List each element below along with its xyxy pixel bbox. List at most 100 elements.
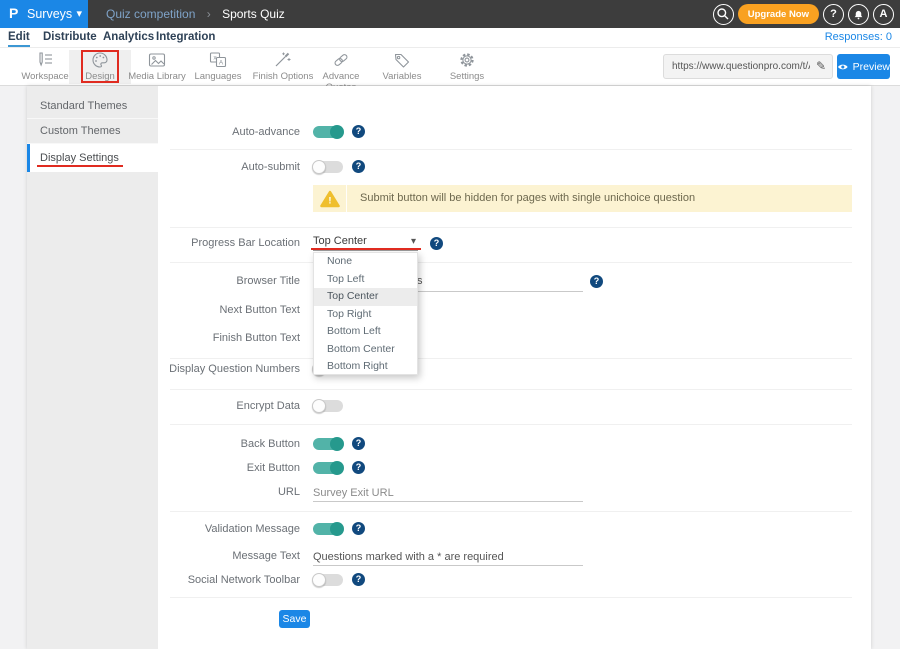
toolbar-finish-options-label: Finish Options — [252, 71, 314, 82]
encrypt-data-toggle[interactable] — [313, 400, 343, 412]
survey-nav-bar: Edit Distribute Analytics Integration Re… — [0, 28, 900, 48]
page-background: Standard Themes Custom Themes Display Se… — [0, 86, 900, 649]
design-settings-card: Standard Themes Custom Themes Display Se… — [27, 86, 871, 649]
exit-button-label: Exit Button — [27, 461, 300, 475]
sidebar-item-standard-themes[interactable]: Standard Themes — [27, 94, 158, 119]
progress-bar-location-label: Progress Bar Location — [27, 236, 300, 250]
validation-message-help-icon[interactable]: ? — [352, 522, 365, 535]
avatar-letter: A — [880, 8, 888, 20]
back-button-label: Back Button — [27, 437, 300, 451]
divider — [170, 149, 852, 150]
toolbar-settings-button[interactable]: Settings — [436, 50, 498, 84]
selected-value: Top Center — [313, 235, 367, 247]
product-name: Surveys — [27, 7, 72, 21]
toggle-knob — [330, 461, 344, 475]
message-text-input[interactable] — [313, 548, 583, 566]
notifications-button[interactable] — [848, 4, 869, 25]
question-mark-icon: ? — [830, 8, 837, 20]
toolbar-media-library-button[interactable]: Media Library — [126, 50, 188, 84]
social-network-toolbar-toggle[interactable] — [313, 574, 343, 586]
divider — [170, 358, 852, 359]
exit-button-toggle[interactable] — [313, 462, 343, 474]
toolbar-advance-quotas-button[interactable]: Advance Quotas — [310, 50, 372, 84]
tab-distribute[interactable]: Distribute — [43, 28, 97, 47]
finish-button-text-label: Finish Button Text — [27, 331, 300, 345]
social-toolbar-help-icon[interactable]: ? — [352, 573, 365, 586]
toolbar-variables-button[interactable]: Variables — [371, 50, 433, 84]
toolbar-media-library-label: Media Library — [126, 71, 188, 82]
toggle-knob — [330, 125, 344, 139]
divider — [170, 262, 852, 263]
questionpro-logo: P — [9, 5, 18, 21]
toggle-knob — [312, 573, 326, 587]
survey-url-box: ✎ — [663, 54, 833, 79]
validation-message-label: Validation Message — [27, 522, 300, 536]
eye-icon — [837, 63, 849, 71]
back-button-toggle[interactable] — [313, 438, 343, 450]
dropdown-option-top-center[interactable]: Top Center — [314, 288, 417, 306]
responses-count[interactable]: Responses: 0 — [825, 31, 892, 43]
dropdown-option-bottom-left[interactable]: Bottom Left — [314, 323, 417, 341]
app-window: P Surveys ▾ Quiz competition › Sports Qu… — [0, 0, 900, 649]
tab-analytics[interactable]: Analytics — [103, 28, 154, 47]
browser-title-label: Browser Title — [27, 274, 300, 288]
toolbar-finish-options-button[interactable]: Finish Options — [252, 50, 314, 84]
message-text-label: Message Text — [27, 549, 300, 563]
divider — [170, 424, 852, 425]
url-label: URL — [27, 485, 300, 499]
preview-label: Preview — [853, 61, 890, 73]
account-avatar[interactable]: A — [873, 4, 894, 25]
social-network-toolbar-label: Social Network Toolbar — [27, 573, 300, 587]
divider — [170, 389, 852, 390]
validation-message-toggle[interactable] — [313, 523, 343, 535]
upgrade-now-button[interactable]: Upgrade Now — [738, 4, 819, 24]
tab-edit[interactable]: Edit — [8, 28, 30, 47]
breadcrumb-folder[interactable]: Quiz competition — [106, 7, 195, 21]
toolbar-workspace-button[interactable]: Workspace — [14, 50, 76, 84]
survey-url-input[interactable] — [664, 55, 810, 78]
breadcrumb-separator-icon: › — [207, 7, 211, 21]
dropdown-option-top-left[interactable]: Top Left — [314, 271, 417, 289]
search-icon — [716, 7, 730, 21]
languages-icon: x A — [208, 51, 228, 69]
preview-button[interactable]: Preview — [837, 54, 890, 79]
display-question-numbers-label: Display Question Numbers — [27, 362, 300, 376]
tag-icon — [392, 51, 412, 69]
svg-text:!: ! — [328, 195, 331, 206]
save-button[interactable]: Save — [279, 610, 310, 628]
warning-triangle-icon: ! — [320, 190, 340, 208]
edit-url-pencil-icon[interactable]: ✎ — [816, 59, 826, 73]
breadcrumb-survey-name: Sports Quiz — [222, 7, 285, 21]
dropdown-option-top-right[interactable]: Top Right — [314, 306, 417, 324]
workspace-icon — [35, 51, 55, 69]
toggle-knob — [330, 522, 344, 536]
search-button[interactable] — [713, 4, 734, 25]
design-annotation-box — [81, 50, 119, 83]
dropdown-option-bottom-right[interactable]: Bottom Right — [314, 358, 417, 376]
auto-submit-help-icon[interactable]: ? — [352, 160, 365, 173]
exit-url-input[interactable] — [313, 484, 583, 502]
back-button-help-icon[interactable]: ? — [352, 437, 365, 450]
toggle-knob — [312, 399, 326, 413]
exit-button-help-icon[interactable]: ? — [352, 461, 365, 474]
magic-wand-icon — [273, 51, 293, 69]
toolbar-settings-label: Settings — [436, 71, 498, 82]
divider — [170, 511, 852, 512]
auto-advance-toggle[interactable] — [313, 126, 343, 138]
help-button[interactable]: ? — [823, 4, 844, 25]
media-library-icon — [147, 51, 167, 69]
auto-submit-toggle[interactable] — [313, 161, 343, 173]
toolbar-workspace-label: Workspace — [14, 71, 76, 82]
dropdown-option-none[interactable]: None — [314, 253, 417, 271]
toggle-knob — [312, 160, 326, 174]
auto-advance-help-icon[interactable]: ? — [352, 125, 365, 138]
progress-bar-help-icon[interactable]: ? — [430, 237, 443, 250]
browser-title-help-icon[interactable]: ? — [590, 275, 603, 288]
select-caret-icon: ▾ — [411, 236, 416, 247]
dropdown-option-bottom-center[interactable]: Bottom Center — [314, 341, 417, 359]
tab-integration[interactable]: Integration — [156, 28, 215, 47]
toolbar-languages-button[interactable]: x A Languages — [187, 50, 249, 84]
divider — [170, 227, 852, 228]
progress-bar-dropdown-menu: None Top Left Top Center Top Right Botto… — [313, 252, 418, 375]
surveys-menu[interactable]: P Surveys ▾ — [0, 0, 88, 28]
